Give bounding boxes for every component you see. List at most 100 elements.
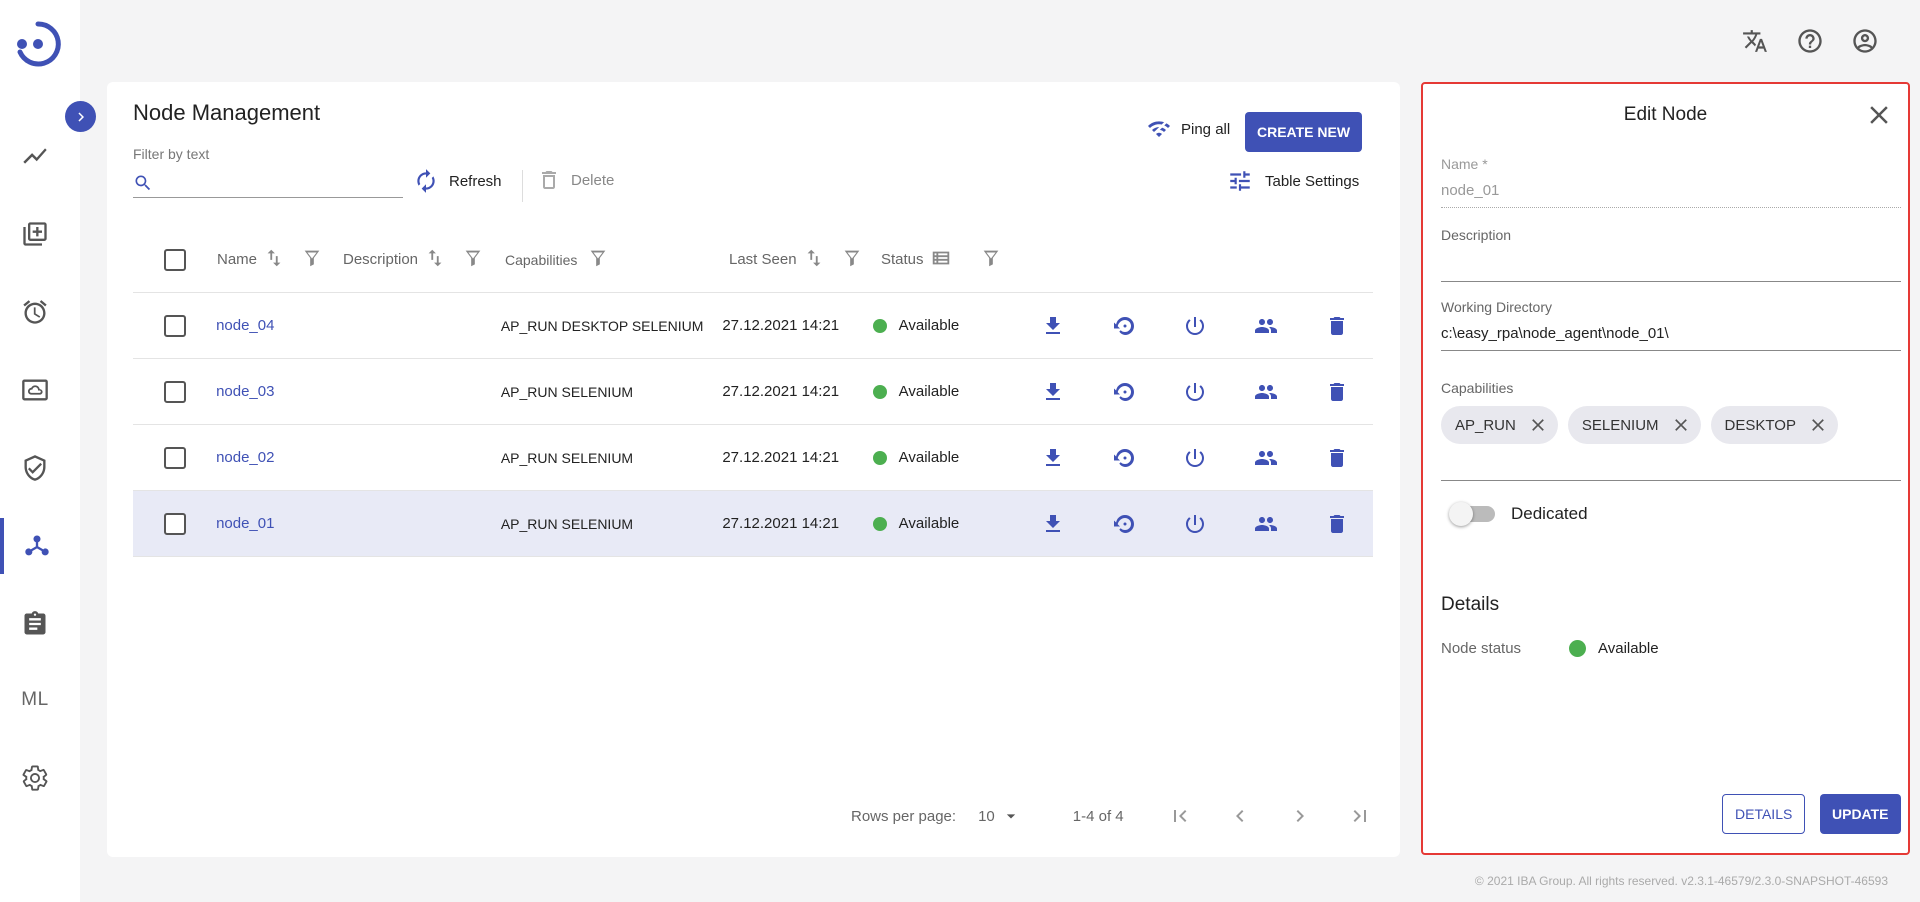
capability-chip[interactable]: DESKTOP [1710, 406, 1838, 444]
filter-icon[interactable] [462, 247, 484, 273]
sort-icon[interactable] [263, 247, 285, 273]
library-add-icon [23, 222, 47, 246]
last-page-icon[interactable] [1348, 804, 1372, 828]
node-name-link[interactable]: node_01 [216, 515, 274, 532]
sort-icon[interactable] [803, 247, 825, 273]
row-checkbox[interactable] [163, 314, 186, 337]
restart-icon[interactable] [1088, 446, 1159, 470]
app-logo[interactable] [12, 18, 64, 70]
table-row[interactable]: node_04 AP_RUN DESKTOP SELENIUM 27.12.20… [133, 293, 1373, 359]
tune-icon [1230, 171, 1250, 191]
rows-per-page-select[interactable]: 10 [978, 806, 1021, 826]
working-directory-field[interactable]: Working Directory c:\easy_rpa\node_agent… [1441, 299, 1901, 351]
power-icon[interactable] [1159, 314, 1230, 338]
list-icon[interactable] [930, 247, 952, 273]
sidebar-item-tasks[interactable] [0, 596, 70, 652]
row-checkbox[interactable] [163, 380, 186, 403]
column-header-name[interactable]: Name [217, 251, 257, 268]
working-directory-input[interactable]: c:\easy_rpa\node_agent\node_01\ [1441, 325, 1901, 350]
toggle-switch[interactable] [1449, 502, 1495, 526]
table-row-selected[interactable]: node_01 AP_RUN SELENIUM 27.12.2021 14:21… [133, 491, 1373, 557]
filter-icon[interactable] [587, 247, 609, 272]
remove-chip-icon[interactable] [1528, 415, 1548, 435]
page-range: 1-4 of 4 [1072, 807, 1124, 825]
restart-icon[interactable] [1088, 512, 1159, 536]
remove-chip-icon[interactable] [1808, 415, 1828, 435]
row-checkbox[interactable] [163, 446, 186, 469]
table-row[interactable]: node_03 AP_RUN SELENIUM 27.12.2021 14:21… [133, 359, 1373, 425]
column-header-status[interactable]: Status [881, 251, 924, 268]
status-dot [872, 384, 887, 399]
sidebar-item-schedules[interactable] [0, 284, 70, 340]
sidebar-item-nodes[interactable] [0, 518, 70, 574]
capability-chip[interactable]: AP_RUN [1441, 406, 1558, 444]
description-field[interactable]: Description [1441, 227, 1901, 282]
node-name-link[interactable]: node_03 [216, 383, 274, 400]
translate-icon[interactable] [1740, 26, 1770, 56]
node-last-seen: 27.12.2021 14:21 [722, 383, 840, 400]
sidebar-item-storage[interactable] [0, 362, 70, 418]
users-icon[interactable] [1231, 512, 1302, 536]
filter-icon[interactable] [980, 247, 1002, 273]
download-icon[interactable] [1017, 512, 1088, 536]
table-settings-button[interactable]: Table Settings [1227, 168, 1359, 194]
first-page-icon[interactable] [1168, 804, 1192, 828]
power-icon[interactable] [1159, 446, 1230, 470]
power-icon[interactable] [1159, 512, 1230, 536]
download-icon[interactable] [1017, 446, 1088, 470]
node-status-label: Node status [1441, 640, 1522, 657]
column-header-last-seen[interactable]: Last Seen [729, 251, 797, 268]
select-all-checkbox[interactable] [164, 248, 186, 271]
node-name-link[interactable]: node_04 [216, 317, 274, 334]
node-name-link[interactable]: node_02 [216, 449, 274, 466]
node-capabilities: AP_RUN SELENIUM [500, 449, 634, 466]
column-header-capabilities[interactable]: Capabilities [505, 252, 577, 268]
previous-page-icon[interactable] [1228, 804, 1252, 828]
account-icon[interactable] [1850, 26, 1880, 56]
users-icon[interactable] [1231, 314, 1302, 338]
node-status: Available [898, 515, 960, 532]
download-icon[interactable] [1017, 314, 1088, 338]
delete-button[interactable]: Delete [537, 168, 614, 192]
filter-icon[interactable] [841, 247, 863, 273]
restart-icon[interactable] [1088, 314, 1159, 338]
close-icon[interactable] [1864, 100, 1894, 130]
users-icon[interactable] [1231, 380, 1302, 404]
expand-sidebar-button[interactable] [65, 101, 96, 132]
delete-icon[interactable] [1302, 314, 1373, 338]
column-header-description[interactable]: Description [343, 251, 418, 268]
power-icon[interactable] [1159, 380, 1230, 404]
remove-chip-icon[interactable] [1671, 415, 1691, 435]
filter-input[interactable] [161, 174, 403, 191]
status-dot [1569, 640, 1586, 657]
delete-icon[interactable] [1302, 446, 1373, 470]
capabilities-field[interactable]: Capabilities AP_RUN SELENIUM DESKTOP [1441, 380, 1901, 481]
row-checkbox[interactable] [163, 512, 186, 535]
create-new-button[interactable]: CREATE NEW [1245, 112, 1363, 152]
restart-icon[interactable] [1088, 380, 1159, 404]
sidebar-item-modules[interactable] [0, 206, 70, 262]
delete-icon[interactable] [1302, 380, 1373, 404]
details-button[interactable]: DETAILS [1722, 794, 1806, 834]
node-status: Available [898, 317, 960, 334]
description-input[interactable] [1441, 253, 1901, 281]
filter-icon[interactable] [301, 247, 323, 273]
node-last-seen: 27.12.2021 14:21 [722, 317, 840, 334]
sidebar-item-ml[interactable]: ML [0, 672, 70, 728]
sort-icon[interactable] [424, 247, 446, 273]
capability-chip[interactable]: SELENIUM [1567, 406, 1701, 444]
help-icon[interactable] [1795, 26, 1825, 56]
next-page-icon[interactable] [1288, 804, 1312, 828]
delete-icon[interactable] [1302, 512, 1373, 536]
dedicated-toggle[interactable]: Dedicated [1449, 502, 1588, 526]
table-row[interactable]: node_02 AP_RUN SELENIUM 27.12.2021 14:21… [133, 425, 1373, 491]
update-button[interactable]: UPDATE [1820, 794, 1901, 834]
edit-node-panel: Edit Node Name * node_01 Description Wor… [1421, 82, 1910, 855]
sidebar-item-settings[interactable] [0, 750, 70, 806]
sidebar-item-analytics[interactable] [0, 128, 70, 184]
ping-all-button[interactable]: Ping all [1147, 117, 1230, 141]
download-icon[interactable] [1017, 380, 1088, 404]
sidebar-item-security[interactable] [0, 440, 70, 496]
users-icon[interactable] [1231, 446, 1302, 470]
refresh-button[interactable]: Refresh [413, 168, 502, 194]
